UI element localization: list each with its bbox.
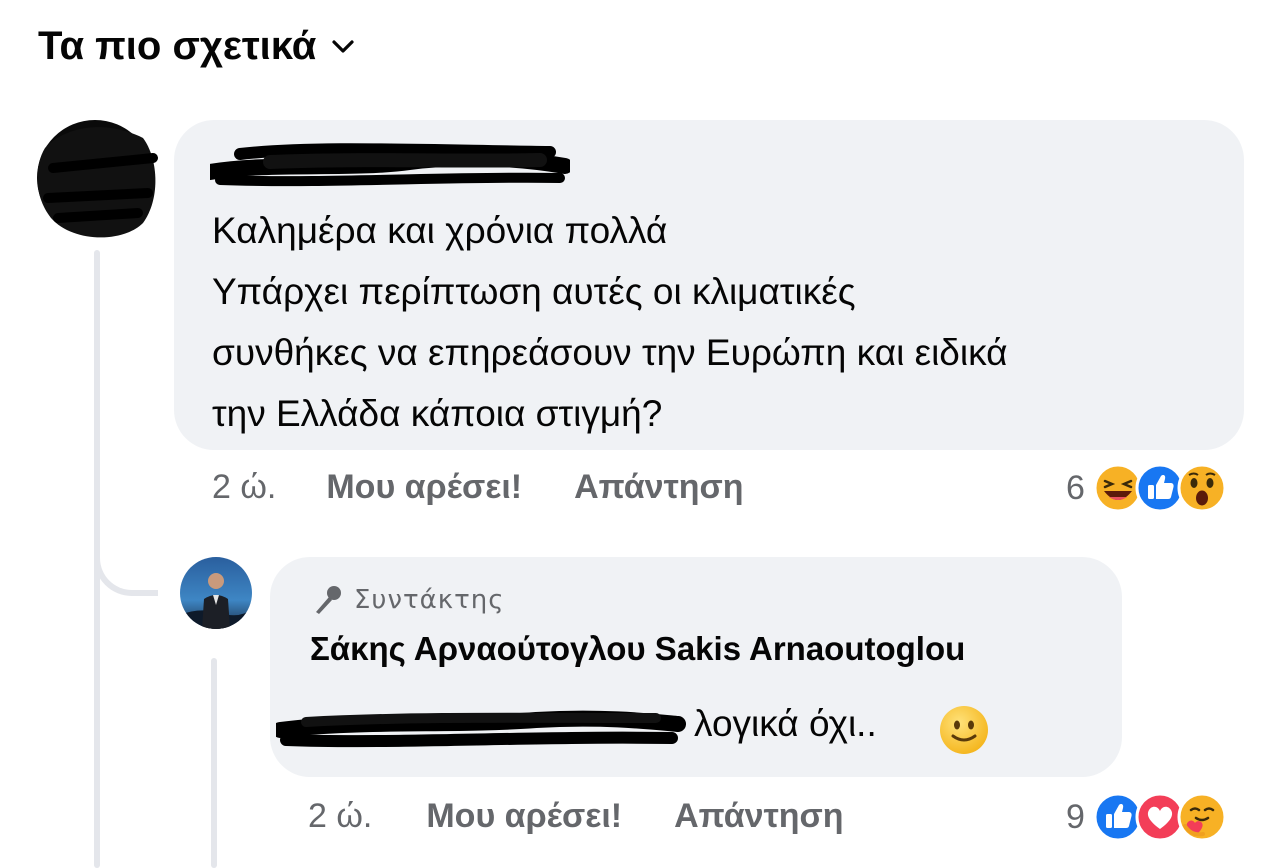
redacted-author-name[interactable] xyxy=(210,132,570,192)
care-reaction-icon xyxy=(1177,792,1227,842)
redacted-mention[interactable] xyxy=(276,706,686,752)
wow-reaction-icon xyxy=(1177,463,1227,513)
reaction-summary[interactable]: 6 xyxy=(1066,463,1227,513)
comment-text: Καλημέρα και χρόνια πολλά Υπάρχει περίπτ… xyxy=(212,210,1008,434)
reply-timestamp[interactable]: 2 ώ. xyxy=(308,797,372,836)
redacted-avatar[interactable] xyxy=(33,118,163,240)
reply-actions: 2 ώ. Μου αρέσει! Απάντηση xyxy=(308,797,844,836)
reply-text: λογικά όχι.. xyxy=(694,703,877,744)
reaction-count: 6 xyxy=(1066,468,1085,507)
reply-author-name[interactable]: Σάκης Αρναούτογλου Sakis Arnaoutoglou xyxy=(310,630,965,668)
chevron-down-icon xyxy=(332,39,354,53)
reply-reaction-summary[interactable]: 9 xyxy=(1066,792,1227,842)
reaction-count: 9 xyxy=(1066,797,1085,836)
author-avatar[interactable] xyxy=(180,557,252,629)
author-badge: Συντάκτης xyxy=(310,583,505,617)
thread-connector xyxy=(94,540,158,596)
reply-reply-button[interactable]: Απάντηση xyxy=(674,797,843,836)
like-button[interactable]: Μου αρέσει! xyxy=(326,468,522,507)
author-badge-label: Συντάκτης xyxy=(354,585,505,615)
microphone-icon xyxy=(316,586,341,614)
comment-timestamp[interactable]: 2 ώ. xyxy=(212,468,276,507)
reply-thread-line xyxy=(211,658,217,868)
reply-like-button[interactable]: Μου αρέσει! xyxy=(426,797,622,836)
reply-button[interactable]: Απάντηση xyxy=(574,468,743,507)
comment-actions: 2 ώ. Μου αρέσει! Απάντηση xyxy=(212,468,744,507)
slightly-smiling-emoji xyxy=(940,706,988,754)
sort-dropdown[interactable]: Τα πιο σχετικά xyxy=(38,24,356,69)
sort-label: Τα πιο σχετικά xyxy=(38,24,317,68)
